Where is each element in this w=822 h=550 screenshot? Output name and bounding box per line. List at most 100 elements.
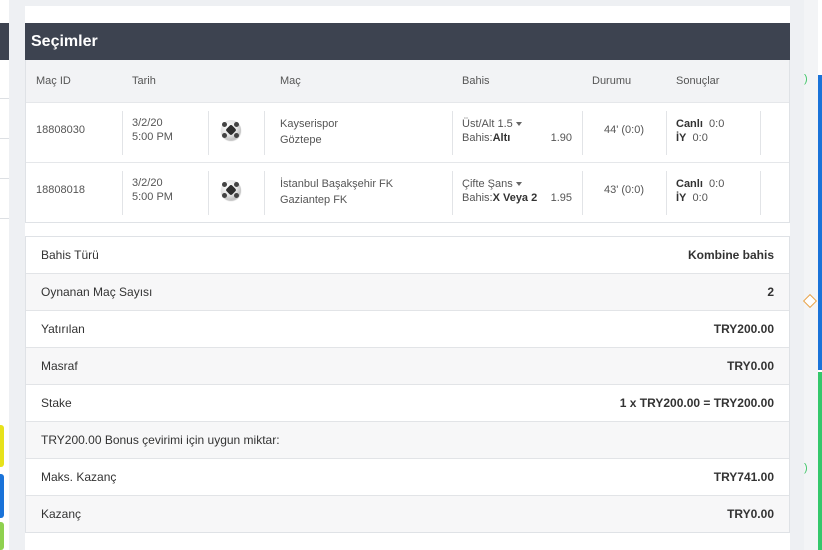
match-time: 5:00 PM — [132, 191, 173, 203]
live-score: 0:0 — [709, 178, 725, 190]
col-match: Maç — [280, 75, 301, 87]
bet-value: Altı — [492, 132, 511, 144]
home-team: İstanbul Başakşehir FK — [280, 178, 394, 190]
match-results: Canlı 0:0 İY 0:0 — [676, 117, 724, 145]
market-name: Çifte Şans — [462, 178, 513, 190]
cell-divider — [666, 171, 667, 215]
summary-row-deposited: Yatırılan TRY200.00 — [26, 310, 789, 347]
bet-prefix: Bahis: — [462, 192, 493, 204]
summary-label: Kazanç — [41, 507, 82, 521]
table-row: 18808030 3/2/20 5:00 PM Kayserispor Gözt… — [26, 102, 789, 162]
left-panel-header — [0, 23, 9, 60]
summary-value: TRY741.00 — [713, 470, 774, 484]
match-date: 3/2/20 — [132, 117, 163, 129]
cell-divider — [452, 171, 453, 215]
left-blue-tab[interactable] — [0, 474, 4, 518]
cell-divider — [208, 171, 209, 215]
cell-divider — [264, 111, 265, 155]
summary-value: 2 — [767, 285, 774, 299]
bet-odds: 1.90 — [550, 132, 572, 144]
cell-divider — [122, 171, 123, 215]
col-match-id: Maç ID — [36, 75, 71, 87]
left-green-tab[interactable] — [0, 522, 4, 550]
right-green-panel[interactable] — [818, 372, 822, 550]
market-dropdown[interactable]: Çifte Şans — [462, 177, 572, 191]
cell-divider — [122, 111, 123, 155]
summary-value: 1 x TRY200.00 = TRY200.00 — [619, 396, 774, 410]
right-check-icon: ) — [804, 462, 808, 474]
left-yellow-tab[interactable] — [0, 425, 4, 467]
caret-down-icon — [515, 182, 522, 187]
left-panel-divider — [0, 138, 9, 139]
right-check-icon: ) — [804, 73, 808, 85]
away-team: Gaziantep FK — [280, 194, 348, 206]
summary-row-bonus: TRY200.00 Bonus çevirimi için uygun mikt… — [26, 421, 789, 458]
bet-odds: 1.95 — [550, 192, 572, 204]
summary-row-stake: Stake 1 x TRY200.00 = TRY200.00 — [26, 384, 789, 421]
right-blue-panel[interactable] — [818, 75, 822, 370]
match-datetime: 3/2/20 5:00 PM — [132, 116, 173, 144]
top-strip — [25, 0, 790, 6]
summary-row-winnings: Kazanç TRY0.00 — [26, 495, 789, 532]
match-id: 18808018 — [36, 184, 85, 196]
bet-summary: Bahis Türü Kombine bahis Oynanan Maç Say… — [25, 236, 790, 533]
left-panel-divider — [0, 218, 9, 219]
table-header: Maç ID Tarih Maç Bahis Durumu Sonuçlar — [26, 60, 789, 102]
summary-label: Oynanan Maç Sayısı — [41, 285, 153, 299]
selections-table: Maç ID Tarih Maç Bahis Durumu Sonuçlar 1… — [25, 60, 790, 223]
bet-info: Üst/Alt 1.5 Bahis:Altı 1.90 — [462, 117, 572, 145]
halftime-score: 0:0 — [692, 192, 708, 204]
match-status: 44' (0:0) — [603, 124, 644, 136]
live-score: 0:0 — [709, 118, 725, 130]
away-team: Göztepe — [280, 134, 322, 146]
market-name: Üst/Alt 1.5 — [462, 118, 513, 130]
summary-value: TRY0.00 — [727, 507, 774, 521]
summary-label: Maks. Kazanç — [41, 470, 117, 484]
match-datetime: 3/2/20 5:00 PM — [132, 176, 173, 204]
bet-prefix: Bahis: — [462, 132, 493, 144]
summary-value: Kombine bahis — [687, 248, 774, 262]
match-id: 18808030 — [36, 124, 85, 136]
cell-divider — [760, 171, 761, 215]
match-results: Canlı 0:0 İY 0:0 — [676, 177, 724, 205]
market-dropdown[interactable]: Üst/Alt 1.5 — [462, 117, 572, 131]
halftime-score: 0:0 — [692, 132, 708, 144]
summary-row-fee: Masraf TRY0.00 — [26, 347, 789, 384]
cell-divider — [208, 111, 209, 155]
col-status: Durumu — [592, 75, 632, 87]
match-teams[interactable]: Kayserispor Göztepe — [280, 116, 338, 148]
cell-divider — [760, 111, 761, 155]
col-date: Tarih — [132, 75, 156, 87]
summary-row-bet-type: Bahis Türü Kombine bahis — [26, 237, 789, 273]
right-panel-edge: ) ) — [802, 0, 822, 550]
summary-value: TRY0.00 — [727, 359, 774, 373]
bet-info: Çifte Şans Bahis:X Veya 2 1.95 — [462, 177, 572, 205]
match-status: 43' (0:0) — [603, 184, 644, 196]
halftime-label: İY — [676, 132, 687, 144]
table-row: 18808018 3/2/20 5:00 PM İstanbul Başakşe… — [26, 162, 789, 222]
soccer-ball-icon — [221, 120, 241, 140]
live-label: Canlı — [676, 118, 703, 130]
cell-divider — [264, 171, 265, 215]
home-team: Kayserispor — [280, 118, 339, 130]
col-bet: Bahis — [462, 75, 490, 87]
left-panel-divider — [0, 98, 9, 99]
match-time: 5:00 PM — [132, 131, 173, 143]
summary-row-max-win: Maks. Kazanç TRY741.00 — [26, 458, 789, 495]
summary-row-match-count: Oynanan Maç Sayısı 2 — [26, 273, 789, 310]
match-teams[interactable]: İstanbul Başakşehir FK Gaziantep FK — [280, 176, 393, 208]
selections-title: Seçimler — [25, 23, 790, 60]
halftime-label: İY — [676, 192, 687, 204]
summary-label: Yatırılan — [41, 322, 85, 336]
left-panel-edge — [0, 0, 9, 550]
caret-down-icon — [515, 122, 522, 127]
summary-label: Bahis Türü — [41, 248, 99, 262]
cell-divider — [452, 111, 453, 155]
left-panel-divider — [0, 178, 9, 179]
summary-label: TRY200.00 Bonus çevirimi için uygun mikt… — [41, 433, 280, 447]
bet-value: X Veya 2 — [492, 192, 538, 204]
bet-detail-panel: Seçimler Maç ID Tarih Maç Bahis Durumu S… — [25, 0, 790, 550]
summary-value: TRY200.00 — [713, 322, 774, 336]
soccer-ball-icon — [221, 180, 241, 200]
col-results: Sonuçlar — [676, 75, 720, 87]
